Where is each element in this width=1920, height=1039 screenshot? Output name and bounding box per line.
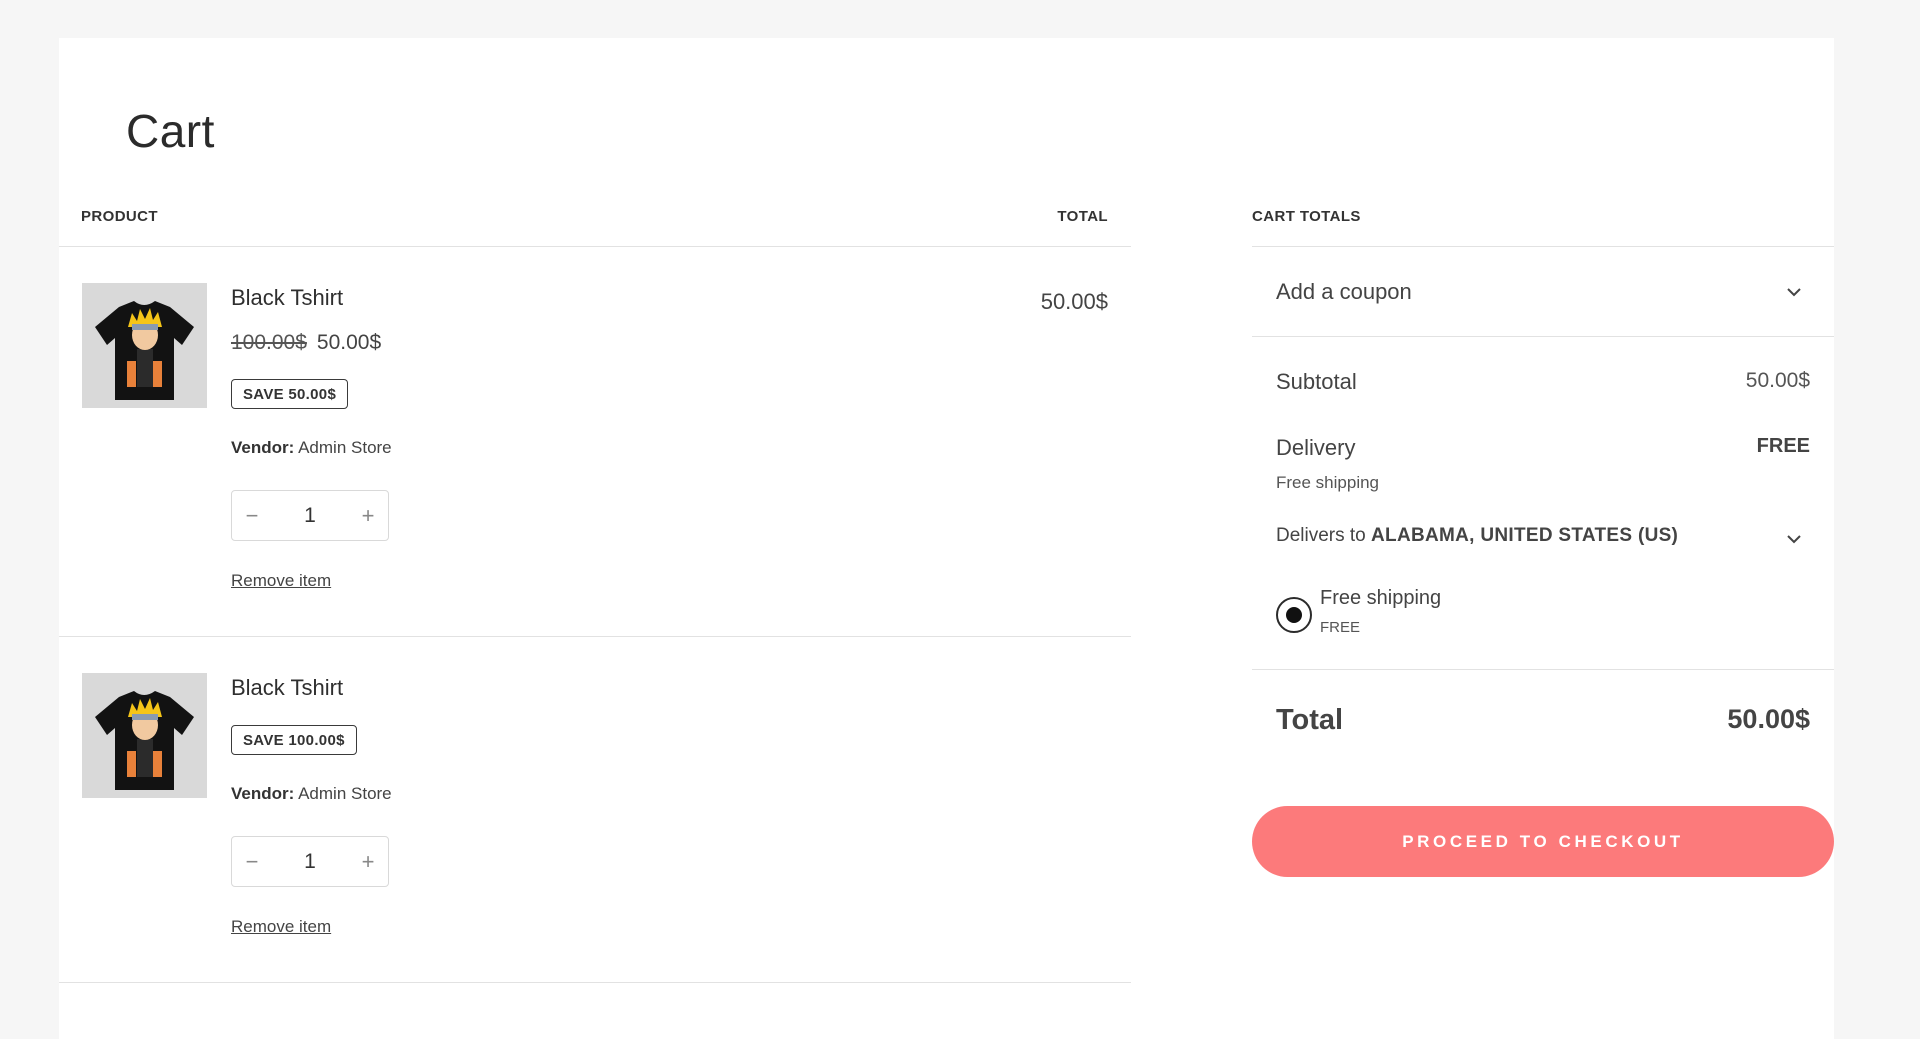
column-header-product: PRODUCT [81, 208, 158, 225]
product-name[interactable]: Black Tshirt [231, 285, 343, 311]
vendor-label: Vendor: [231, 784, 295, 803]
quantity-decrease-button[interactable]: − [232, 491, 272, 540]
cart-totals-title: CART TOTALS [1252, 208, 1361, 225]
cart-item: Black Tshirt 100.00$ 50.00$ SAVE 50.00$ V… [59, 247, 1131, 637]
quantity-value[interactable]: 1 [272, 504, 348, 528]
delivers-to-prefix: Delivers to [1276, 525, 1366, 546]
shipping-option-name: Free shipping [1320, 587, 1442, 609]
cart-item: Black Tshirt SAVE 100.00$ Vendor: Admin … [59, 637, 1131, 983]
quantity-stepper: − 1 + [231, 490, 389, 541]
vendor-name: Admin Store [298, 438, 392, 457]
shipping-radio[interactable] [1276, 597, 1312, 633]
product-image[interactable] [82, 283, 207, 408]
page-title: Cart [126, 105, 215, 157]
product-image[interactable] [82, 673, 207, 798]
vendor-name: Admin Store [298, 784, 392, 803]
delivery-label: Delivery [1276, 435, 1356, 460]
cart-totals: CART TOTALS Add a coupon Subtotal 50.00$… [1252, 186, 1834, 877]
remove-item-link[interactable]: Remove item [231, 571, 331, 591]
quantity-increase-button[interactable]: + [348, 837, 388, 886]
cart-page: Cart PRODUCT TOTAL Black Tshirt 100.00$ … [59, 38, 1834, 1039]
delivery-value: FREE [1756, 435, 1810, 457]
original-price: 100.00$ [231, 331, 307, 354]
line-total: 50.00$ [1040, 289, 1108, 314]
save-badge: SAVE 100.00$ [231, 725, 357, 755]
delivers-to-toggle[interactable]: Delivers to ALABAMA, UNITED STATES (US) [1276, 525, 1834, 555]
tshirt-image [82, 673, 207, 798]
quantity-increase-button[interactable]: + [348, 491, 388, 540]
quantity-value[interactable]: 1 [272, 850, 348, 874]
delivers-to-text: Delivers to ALABAMA, UNITED STATES (US) [1276, 525, 1678, 546]
quantity-stepper: − 1 + [231, 836, 389, 887]
shipping-option-free[interactable]: Free shipping FREE [1276, 587, 1676, 637]
save-badge: SAVE 50.00$ [231, 379, 349, 409]
price-line: 100.00$ 50.00$ [231, 331, 381, 355]
column-header-total: TOTAL [1057, 208, 1108, 225]
remove-item-link[interactable]: Remove item [231, 917, 331, 937]
chevron-down-icon [1787, 535, 1801, 544]
products-table: PRODUCT TOTAL Black Tshirt 100.00$ 50.00… [59, 186, 1131, 983]
subtotal-value: 50.00$ [1745, 369, 1810, 392]
shipping-option-price: FREE [1320, 619, 1361, 636]
order-total: Total 50.00$ [1252, 670, 1834, 770]
subtotal-label: Subtotal [1276, 369, 1357, 394]
chevron-down-icon [1787, 288, 1801, 297]
quantity-decrease-button[interactable]: − [232, 837, 272, 886]
vendor-label: Vendor: [231, 438, 295, 457]
current-price: 50.00$ [316, 331, 382, 354]
product-name[interactable]: Black Tshirt [231, 675, 343, 701]
delivers-to-location: ALABAMA, UNITED STATES (US) [1371, 525, 1679, 546]
vendor-info: Vendor: Admin Store [231, 784, 392, 804]
cart-totals-header: CART TOTALS [1252, 186, 1834, 247]
delivery-method: Free shipping [1276, 473, 1380, 492]
proceed-to-checkout-button[interactable]: PROCEED TO CHECKOUT [1252, 806, 1834, 877]
tshirt-image [82, 283, 207, 408]
coupon-label: Add a coupon [1276, 279, 1412, 304]
totals-summary: Subtotal 50.00$ Delivery FREE Free shipp… [1252, 337, 1834, 670]
coupon-toggle[interactable]: Add a coupon [1252, 247, 1834, 337]
products-table-header: PRODUCT TOTAL [59, 186, 1131, 247]
total-value: 50.00$ [1727, 704, 1810, 734]
total-label: Total [1276, 704, 1344, 736]
vendor-info: Vendor: Admin Store [231, 438, 392, 458]
